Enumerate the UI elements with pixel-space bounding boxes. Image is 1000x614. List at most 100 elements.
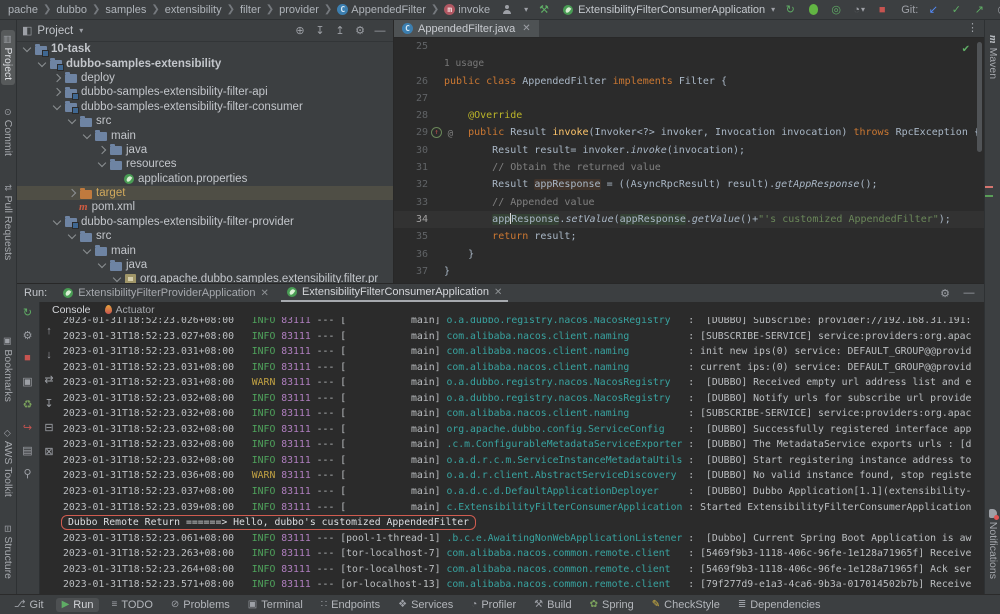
close-icon[interactable]: ✕ <box>261 288 269 299</box>
run-tab[interactable]: ExtensibilityFilterProviderApplication✕ <box>57 284 275 302</box>
stripe-item-notifications[interactable]: Notifications <box>986 504 1000 584</box>
expand-all-icon[interactable]: ↧ <box>313 24 327 38</box>
stop-icon[interactable]: ■ <box>21 351 35 365</box>
chevron-down-icon[interactable] <box>83 130 91 138</box>
breadcrumb-item[interactable]: CAppendedFilter <box>335 4 428 16</box>
chevron-right-icon[interactable] <box>68 189 76 197</box>
run-configuration-select[interactable]: ExtensibilityFilterConsumerApplication ▾ <box>563 4 775 16</box>
breadcrumb-item[interactable]: samples <box>103 4 148 16</box>
statusbar-item-checkstyle[interactable]: ✎CheckStyle <box>646 598 726 612</box>
build-hammer-icon[interactable]: ⚒ <box>537 3 551 17</box>
tree-item-src[interactable]: src <box>16 114 393 128</box>
exit-icon[interactable]: ↪ <box>21 420 35 434</box>
up-icon[interactable]: ↑ <box>42 324 56 338</box>
profiler-icon[interactable]: ◔▾ <box>852 3 866 17</box>
rerun-icon[interactable]: ↻ <box>21 305 35 319</box>
stripe-item-structure[interactable]: ⊟Structure <box>1 520 15 584</box>
chevron-down-icon[interactable] <box>68 116 76 124</box>
stripe-item-pull-requests[interactable]: ⇅Pull Requests <box>1 179 15 265</box>
inspections-ok-icon[interactable]: ✔ <box>962 44 970 55</box>
stripe-item-aws-toolkit[interactable]: ◇AWS Toolkit <box>1 425 15 502</box>
chevron-down-icon[interactable] <box>98 260 106 268</box>
stripe-item-bookmarks[interactable]: ▣Bookmarks <box>1 332 15 407</box>
breadcrumb-item[interactable]: filter <box>238 4 263 16</box>
chevron-right-icon[interactable] <box>53 74 61 82</box>
soft-wrap-icon[interactable]: ⇄ <box>42 372 56 386</box>
statusbar-item-problems[interactable]: ⊘Problems <box>165 598 236 612</box>
usages-inlay[interactable]: 1 usage <box>394 55 484 72</box>
commit-icon[interactable]: ✓ <box>949 3 963 17</box>
rerun-icon[interactable]: ↻ <box>783 3 797 17</box>
statusbar-item-git[interactable]: ⎇Git <box>8 598 50 612</box>
pin-icon[interactable]: ⚲ <box>21 466 35 480</box>
tree-item-main[interactable]: main <box>16 243 393 257</box>
more-options-icon[interactable]: ⋮ <box>967 21 978 34</box>
statusbar-item-profiler[interactable]: ◔Profiler <box>465 598 522 612</box>
subtab-console[interactable]: Console <box>52 304 91 316</box>
push-icon[interactable]: ↗ <box>972 3 986 17</box>
close-icon[interactable]: ✕ <box>522 23 530 34</box>
chevron-down-icon[interactable] <box>53 217 61 225</box>
breadcrumb-item[interactable]: extensibility <box>163 4 224 16</box>
collapse-all-icon[interactable]: ↥ <box>333 24 347 38</box>
tree-item-main[interactable]: main <box>16 128 393 142</box>
clear-icon[interactable]: ⊠ <box>42 444 56 458</box>
tree-item-10-task[interactable]: 10-task <box>16 42 393 56</box>
override-gutter-icon[interactable]: ↑ <box>431 127 442 138</box>
tree-item-dubbo-samples-extensibility-filter-api[interactable]: dubbo-samples-extensibility-filter-api <box>16 85 393 99</box>
update-icon[interactable]: ↙ <box>926 3 940 17</box>
tree-item-pom.xml[interactable]: mpom.xml <box>16 200 393 214</box>
project-title[interactable]: Project <box>37 25 73 37</box>
chevron-down-icon[interactable] <box>53 102 61 110</box>
editor-scrollbar[interactable] <box>977 42 982 152</box>
breadcrumb-item[interactable]: dubbo <box>54 4 89 16</box>
stripe-item-project[interactable]: ▤Project <box>1 30 15 85</box>
chevron-down-icon[interactable] <box>113 274 121 282</box>
statusbar-item-dependencies[interactable]: ≣Dependencies <box>732 598 827 612</box>
run-tab[interactable]: ExtensibilityFilterConsumerApplication✕ <box>281 284 508 302</box>
stripe-item-commit[interactable]: ⊙Commit <box>1 103 15 161</box>
tree-item-dubbo-samples-extensibility[interactable]: dubbo-samples-extensibility <box>16 56 393 70</box>
chevron-right-icon[interactable] <box>98 146 106 154</box>
layout-icon[interactable]: ▤ <box>21 443 35 457</box>
locate-icon[interactable]: ⊕ <box>293 24 307 38</box>
down-icon[interactable]: ↓ <box>42 348 56 362</box>
hide-icon[interactable]: — <box>373 24 387 38</box>
stop-icon[interactable]: ■ <box>875 3 889 17</box>
profile-icon[interactable] <box>500 3 514 17</box>
chevron-down-icon[interactable]: ▾ <box>79 26 83 35</box>
print-icon[interactable]: ⊟ <box>42 420 56 434</box>
history-icon[interactable]: ◷ <box>995 3 1000 17</box>
tree-item-resources[interactable]: resources <box>16 157 393 171</box>
chevron-right-icon[interactable] <box>53 88 61 96</box>
tree-item-target[interactable]: target <box>16 186 393 200</box>
statusbar-item-run[interactable]: ▶Run <box>56 598 100 612</box>
statusbar-item-endpoints[interactable]: ∷Endpoints <box>315 598 386 612</box>
coverage-icon[interactable]: ◎ <box>829 3 843 17</box>
chevron-down-icon[interactable] <box>68 231 76 239</box>
settings-wrench-icon[interactable]: ⚙ <box>21 328 35 342</box>
code-area[interactable]: 251 usage26public class AppendedFilter i… <box>394 38 984 280</box>
editor-tab[interactable]: C AppendedFilter.java ✕ <box>394 20 539 37</box>
tree-item-deploy[interactable]: deploy <box>16 71 393 85</box>
tree-item-dubbo-samples-extensibility-filter-consumer[interactable]: dubbo-samples-extensibility-filter-consu… <box>16 100 393 114</box>
breadcrumb-item[interactable]: provider <box>277 4 321 16</box>
breadcrumb-item[interactable]: minvoke <box>442 4 492 16</box>
chevron-down-icon[interactable] <box>98 159 106 167</box>
subtab-actuator[interactable]: Actuator <box>105 304 155 316</box>
console-output[interactable]: 2023-01-31T18:52:23.026+08:00 INFO 83111… <box>58 317 984 594</box>
statusbar-item-build[interactable]: ⚒Build <box>528 598 577 612</box>
statusbar-item-services[interactable]: ❖Services <box>392 598 459 612</box>
chevron-down-icon[interactable] <box>23 44 31 52</box>
stripe-item-maven[interactable]: mMaven <box>986 30 1000 84</box>
gc-icon[interactable]: ♻ <box>21 397 35 411</box>
gear-icon[interactable]: ⚙ <box>938 286 952 300</box>
tree-item-java[interactable]: java <box>16 258 393 272</box>
statusbar-item-todo[interactable]: ≡TODO <box>105 598 158 612</box>
chevron-down-icon[interactable] <box>38 58 46 66</box>
close-icon[interactable]: ✕ <box>494 287 502 298</box>
statusbar-item-terminal[interactable]: ▣Terminal <box>242 598 309 612</box>
settings-icon[interactable]: ⚙ <box>353 24 367 38</box>
editor[interactable]: C AppendedFilter.java ✕ ⋮ 251 usage26pub… <box>394 20 984 283</box>
snapshot-icon[interactable]: ▣ <box>21 374 35 388</box>
